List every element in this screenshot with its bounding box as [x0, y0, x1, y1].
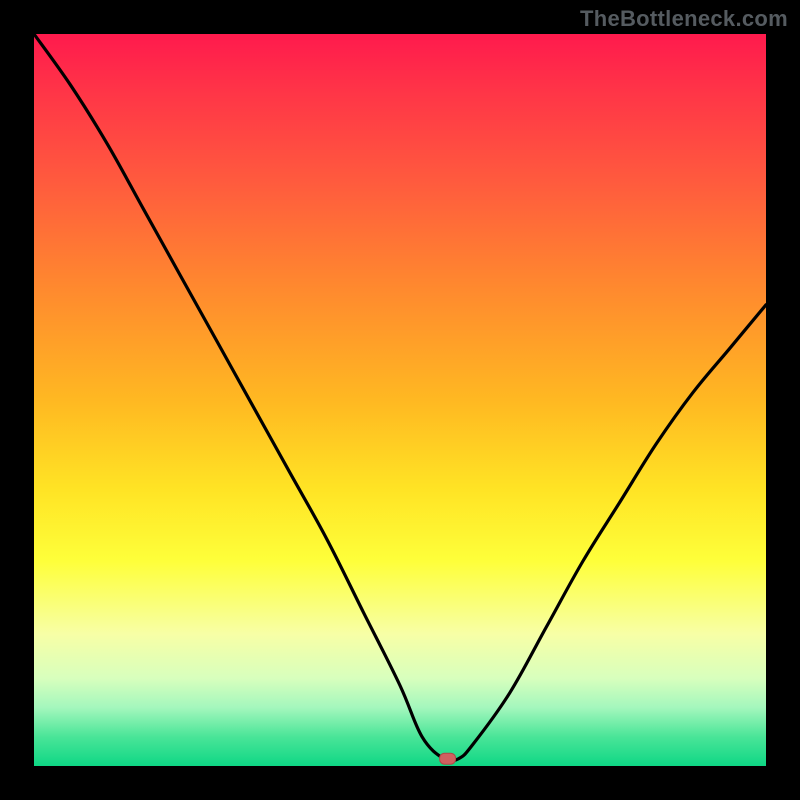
chart-frame: TheBottleneck.com: [0, 0, 800, 800]
minimum-marker: [440, 753, 456, 764]
chart-svg: [34, 34, 766, 766]
bottleneck-curve-path: [34, 34, 766, 761]
attribution-label: TheBottleneck.com: [580, 6, 788, 32]
plot-area: [34, 34, 766, 766]
